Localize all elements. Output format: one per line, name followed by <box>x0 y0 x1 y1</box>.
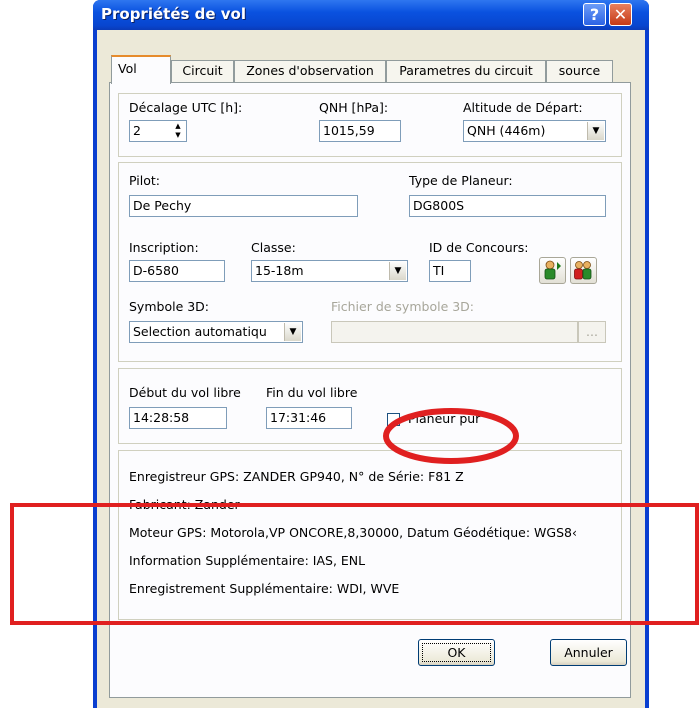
highlight-rectangle <box>10 503 699 625</box>
annotation-overlay <box>10 408 699 625</box>
highlight-ellipse <box>383 408 519 464</box>
tab-vol[interactable]: Vol <box>111 55 171 84</box>
